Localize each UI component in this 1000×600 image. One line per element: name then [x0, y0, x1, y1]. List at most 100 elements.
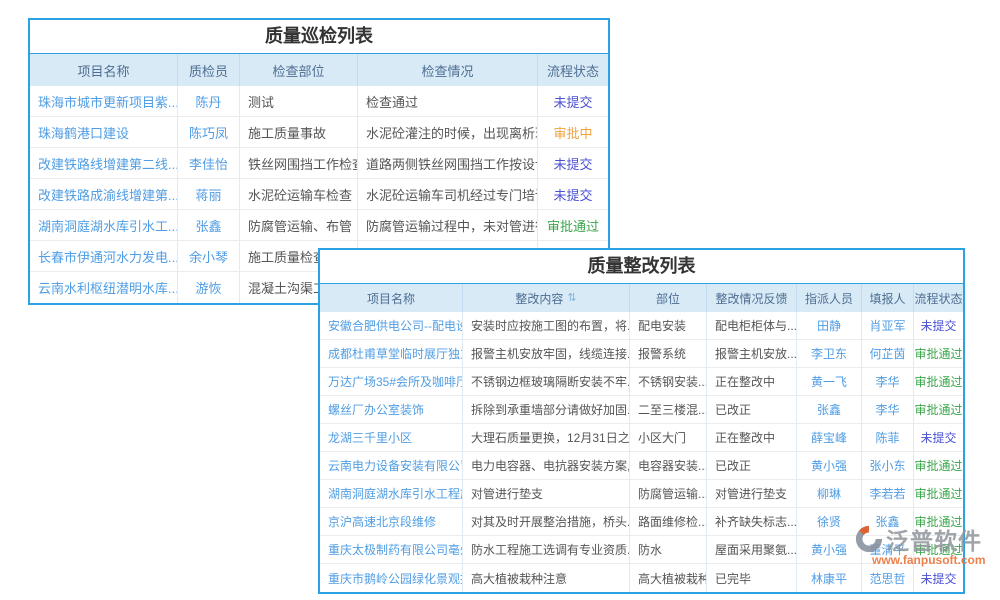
table-row: 重庆市鹅岭公园绿化景观提升...高大植被栽种注意高大植被栽种已完毕林康平范思哲未… [320, 564, 963, 592]
watermark: 泛普软件 www.fanpusoft.com [854, 522, 1000, 567]
cell-assignee: 林康平 [797, 564, 862, 592]
column-header-reporter: 填报人 [862, 284, 914, 312]
cell-content: 大理石质量更换，12月31日之... [463, 424, 630, 452]
cell-content: 电力电容器、电抗器安装方案,... [463, 452, 630, 480]
cell-inspector: 余小琴 [178, 241, 240, 272]
cell-project[interactable]: 京沪高速北京段维修 [320, 508, 463, 536]
cell-project[interactable]: 重庆太极制药有限公司亳州中... [320, 536, 463, 564]
cell-inspector: 陈丹 [178, 86, 240, 117]
cell-situation: 水泥砼运输车司机经过专门培训... [358, 179, 538, 210]
cell-part: 高大植被栽种 [630, 564, 707, 592]
cell-inspector: 陈巧凤 [178, 117, 240, 148]
table-row: 万达广场35#会所及咖啡厅空...不锈钢边框玻璃隔断安装不牢...不锈钢安装..… [320, 368, 963, 396]
cell-project[interactable]: 安徽合肥供电公司--配电设备... [320, 312, 463, 340]
cell-status: 未提交 [914, 564, 963, 592]
cell-situation: 检查通过 [358, 86, 538, 117]
cell-inspector: 蒋丽 [178, 179, 240, 210]
inspection-header-row: 项目名称质检员检查部位检查情况流程状态 [30, 54, 608, 86]
column-header-label: 填报人 [869, 290, 905, 307]
cell-assignee: 柳琳 [797, 480, 862, 508]
column-header-label: 整改情况反馈 [715, 290, 787, 307]
cell-assignee: 黄小强 [797, 452, 862, 480]
table-row: 改建铁路成渝线增建第...蒋丽水泥砼运输车检查水泥砼运输车司机经过专门培训...… [30, 179, 608, 210]
cell-inspector: 张鑫 [178, 210, 240, 241]
cell-status: 未提交 [914, 312, 963, 340]
column-header-label: 质检员 [189, 61, 228, 80]
cell-project[interactable]: 湖南洞庭湖水库引水工... [30, 210, 178, 241]
cell-content: 对管进行垫支 [463, 480, 630, 508]
cell-part: 不锈钢安装... [630, 368, 707, 396]
column-header-project: 项目名称 [320, 284, 463, 312]
cell-reporter: 陈菲 [862, 424, 914, 452]
cell-part: 测试 [240, 86, 358, 117]
column-header-label: 检查情况 [421, 61, 473, 80]
cell-situation: 防腐管运输过程中，未对管进行... [358, 210, 538, 241]
cell-project[interactable]: 珠海鹤港口建设 [30, 117, 178, 148]
cell-reporter: 张小东 [862, 452, 914, 480]
cell-status: 审批中 [538, 117, 608, 148]
column-header-status: 流程状态 [914, 284, 963, 312]
cell-part: 防腐管运输... [630, 480, 707, 508]
cell-status: 未提交 [538, 148, 608, 179]
cell-part: 路面维修检... [630, 508, 707, 536]
cell-status: 未提交 [914, 424, 963, 452]
table-row: 云南电力设备安装有限公司20...电力电容器、电抗器安装方案,...电容器安装.… [320, 452, 963, 480]
cell-project[interactable]: 珠海市城市更新项目紫... [30, 86, 178, 117]
table-row: 湖南洞庭湖水库引水工...张鑫防腐管运输、布管防腐管运输过程中，未对管进行...… [30, 210, 608, 241]
cell-status: 审批通过 [538, 210, 608, 241]
column-header-label: 流程状态 [914, 290, 962, 307]
table-row: 成都杜甫草堂临时展厅独立展...报警主机安放牢固，线缆连接...报警系统报警主机… [320, 340, 963, 368]
column-header-label: 项目名称 [367, 290, 415, 307]
sort-icon[interactable]: ⇅ [567, 293, 576, 304]
cell-status: 未提交 [538, 86, 608, 117]
cell-project[interactable]: 长春市伊通河水力发电... [30, 241, 178, 272]
cell-project[interactable]: 成都杜甫草堂临时展厅独立展... [320, 340, 463, 368]
cell-status: 审批通过 [914, 452, 963, 480]
cell-reporter: 范思哲 [862, 564, 914, 592]
cell-feedback: 正在整改中 [707, 424, 797, 452]
cell-assignee: 黄一飞 [797, 368, 862, 396]
cell-content: 高大植被栽种注意 [463, 564, 630, 592]
cell-assignee: 张鑫 [797, 396, 862, 424]
cell-project[interactable]: 湖南洞庭湖水库引水工程施工标 [320, 480, 463, 508]
cell-project[interactable]: 万达广场35#会所及咖啡厅空... [320, 368, 463, 396]
cell-feedback: 已完毕 [707, 564, 797, 592]
cell-project[interactable]: 云南电力设备安装有限公司20... [320, 452, 463, 480]
cell-part: 小区大门 [630, 424, 707, 452]
column-header-feedback: 整改情况反馈 [707, 284, 797, 312]
column-header-project: 项目名称 [30, 54, 178, 86]
cell-feedback: 配电柜柜体与... [707, 312, 797, 340]
cell-project[interactable]: 改建铁路线增建第二线... [30, 148, 178, 179]
cell-content: 不锈钢边框玻璃隔断安装不牢... [463, 368, 630, 396]
cell-feedback: 对管进行垫支 [707, 480, 797, 508]
cell-feedback: 已改正 [707, 396, 797, 424]
cell-project[interactable]: 改建铁路成渝线增建第... [30, 179, 178, 210]
watermark-brand-text: 泛普软件 [886, 522, 982, 556]
cell-situation: 水泥砼灌注的时候，出现离析现象 [358, 117, 538, 148]
table-row: 湖南洞庭湖水库引水工程施工标对管进行垫支防腐管运输...对管进行垫支柳琳李若若审… [320, 480, 963, 508]
cell-status: 审批通过 [914, 340, 963, 368]
cell-assignee: 李卫东 [797, 340, 862, 368]
column-header-label: 检查部位 [272, 61, 324, 80]
cell-project[interactable]: 螺丝厂办公室装饰 [320, 396, 463, 424]
cell-assignee: 薛宝峰 [797, 424, 862, 452]
column-header-content[interactable]: 整改内容 ⇅ [463, 284, 630, 312]
cell-inspector: 李佳怡 [178, 148, 240, 179]
cell-inspector: 游恢 [178, 272, 240, 303]
cell-feedback: 补齐缺失标志... [707, 508, 797, 536]
rectify-header-row: 项目名称整改内容⇅部位整改情况反馈指派人员填报人流程状态 [320, 284, 963, 312]
cell-part: 铁丝网围挡工作检查 [240, 148, 358, 179]
inspection-list-title: 质量巡检列表 [30, 20, 608, 54]
cell-part: 电容器安装... [630, 452, 707, 480]
cell-reporter: 李华 [862, 368, 914, 396]
cell-part: 报警系统 [630, 340, 707, 368]
cell-project[interactable]: 龙湖三千里小区 [320, 424, 463, 452]
table-row: 安徽合肥供电公司--配电设备...安装时应按施工图的布置，将...配电安装配电柜… [320, 312, 963, 340]
column-header-label: 整改内容 [515, 290, 563, 307]
column-header-part: 检查部位 [240, 54, 358, 86]
column-header-label: 指派人员 [805, 290, 853, 307]
cell-project[interactable]: 云南水利枢纽潜明水库... [30, 272, 178, 303]
cell-content: 报警主机安放牢固，线缆连接... [463, 340, 630, 368]
cell-part: 二至三楼混... [630, 396, 707, 424]
cell-project[interactable]: 重庆市鹅岭公园绿化景观提升... [320, 564, 463, 592]
